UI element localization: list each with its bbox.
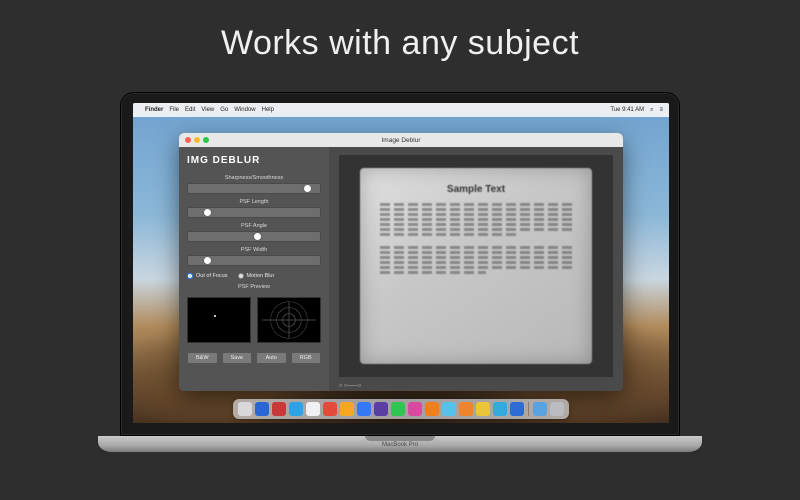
controls-sidebar: IMG DEBLUR Sharpness/Smoothness PSF Leng…	[179, 147, 329, 391]
radio-dot-icon	[238, 273, 244, 279]
slider-label: Sharpness/Smoothness	[187, 175, 321, 181]
zoom-indicator[interactable]: ○ ○――○	[339, 383, 362, 389]
dock-app-icon[interactable]	[493, 402, 507, 416]
window-titlebar[interactable]: Image Deblur	[179, 133, 623, 147]
dock-separator	[528, 402, 529, 416]
image-canvas: Sample Text	[339, 155, 613, 377]
radio-motion-blur[interactable]: Motion Blur	[238, 273, 275, 279]
dock-trash-icon[interactable]	[550, 402, 564, 416]
blur-type-radios: Out of Focus Motion Blur	[187, 273, 321, 279]
psf-preview-point	[187, 297, 251, 343]
dock-app-icon[interactable]	[289, 402, 303, 416]
slider-psf-length: PSF Length	[187, 199, 321, 218]
sample-document: Sample Text	[360, 168, 593, 363]
auto-button[interactable]: Auto	[256, 352, 287, 364]
dock-app-icon[interactable]	[425, 402, 439, 416]
marketing-headline: Works with any subject	[0, 0, 800, 63]
save-button[interactable]: Save	[222, 352, 253, 364]
dock-app-icon[interactable]	[476, 402, 490, 416]
bw-button[interactable]: B&W	[187, 352, 218, 364]
image-preview-area[interactable]: Sample Text	[329, 147, 623, 391]
menu-edit[interactable]: Edit	[185, 107, 195, 113]
macos-dock	[233, 399, 569, 419]
window-title: Image Deblur	[179, 137, 623, 144]
menu-file[interactable]: File	[169, 107, 179, 113]
radio-label: Motion Blur	[247, 273, 275, 279]
slider-psf-angle: PSF Angle	[187, 223, 321, 242]
dock-app-icon[interactable]	[374, 402, 388, 416]
sample-heading: Sample Text	[447, 184, 505, 195]
rgb-button[interactable]: RGB	[291, 352, 322, 364]
slider-label: PSF Angle	[187, 223, 321, 229]
dock-app-icon[interactable]	[306, 402, 320, 416]
radio-dot-icon	[187, 273, 193, 279]
dock-app-icon[interactable]	[510, 402, 524, 416]
radio-out-of-focus[interactable]: Out of Focus	[187, 273, 228, 279]
slider-label: PSF Width	[187, 247, 321, 253]
psf-preview-label: PSF Preview	[187, 284, 321, 290]
sharpness-slider[interactable]	[187, 183, 321, 194]
sample-paragraph	[380, 203, 573, 274]
menu-window[interactable]: Window	[234, 107, 255, 113]
dock-app-icon[interactable]	[357, 402, 371, 416]
dock-app-icon[interactable]	[442, 402, 456, 416]
dock-app-icon[interactable]	[391, 402, 405, 416]
dock-app-icon[interactable]	[272, 402, 286, 416]
image-deblur-window: Image Deblur IMG DEBLUR Sharpness/Smooth…	[179, 133, 623, 391]
dock-downloads-icon[interactable]	[533, 402, 547, 416]
slider-sharpness: Sharpness/Smoothness	[187, 175, 321, 194]
dock-app-icon[interactable]	[323, 402, 337, 416]
dock-app-icon[interactable]	[255, 402, 269, 416]
menu-help[interactable]: Help	[262, 107, 274, 113]
laptop-model-label: MacBook Pro	[120, 442, 680, 448]
dock-app-icon[interactable]	[459, 402, 473, 416]
psf-length-slider[interactable]	[187, 207, 321, 218]
macbook-frame: Finder File Edit View Go Window Help Tue…	[120, 92, 680, 448]
menubar-clock[interactable]: Tue 9:41 AM	[610, 107, 644, 113]
slider-psf-width: PSF Width	[187, 247, 321, 266]
psf-preview-rings	[257, 297, 321, 343]
slider-label: PSF Length	[187, 199, 321, 205]
action-buttons: B&W Save Auto RGB	[187, 352, 321, 364]
app-title: IMG DEBLUR	[187, 155, 321, 166]
dock-app-icon[interactable]	[340, 402, 354, 416]
radio-label: Out of Focus	[196, 273, 228, 279]
psf-angle-slider[interactable]	[187, 231, 321, 242]
psf-previews	[187, 297, 321, 343]
menu-view[interactable]: View	[201, 107, 214, 113]
dock-app-icon[interactable]	[408, 402, 422, 416]
screen-bezel: Finder File Edit View Go Window Help Tue…	[120, 92, 680, 436]
desktop-screen: Finder File Edit View Go Window Help Tue…	[133, 103, 669, 423]
spotlight-icon[interactable]: ⌕	[650, 107, 653, 114]
macos-menubar: Finder File Edit View Go Window Help Tue…	[133, 103, 669, 117]
psf-width-slider[interactable]	[187, 255, 321, 266]
dock-app-icon[interactable]	[238, 402, 252, 416]
menubar-app-name[interactable]: Finder	[145, 107, 163, 113]
menu-go[interactable]: Go	[220, 107, 228, 113]
menubar-menu-icon[interactable]: ≡	[659, 107, 663, 113]
